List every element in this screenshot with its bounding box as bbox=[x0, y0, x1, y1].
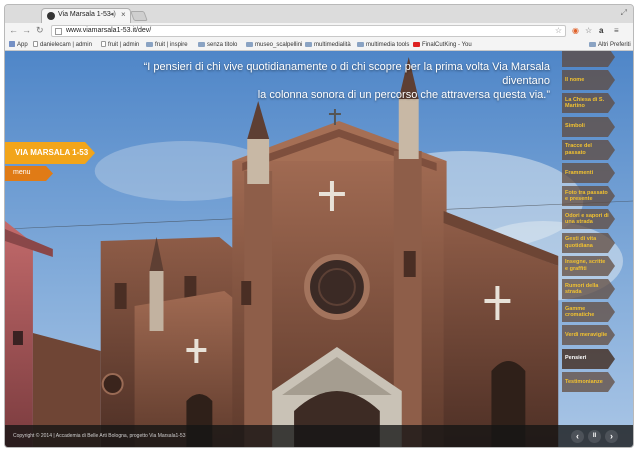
speaker-icon: ◂) bbox=[110, 11, 116, 18]
page-content: “I pensieri di chi vive quotidianamente … bbox=[5, 51, 633, 447]
sidenav-item-label: Rumori della strada bbox=[565, 282, 599, 296]
page-icon bbox=[55, 28, 62, 35]
sidenav-item[interactable]: Odori e sapori di una strada bbox=[562, 209, 615, 230]
folder-icon bbox=[198, 42, 205, 47]
star-outline-icon[interactable]: ☆ bbox=[585, 25, 592, 36]
sidenav-item-label: Frammenti bbox=[565, 169, 594, 176]
sidenav-item-label: Insegne, scritte e graffiti bbox=[565, 259, 606, 272]
folder-icon bbox=[589, 42, 596, 47]
fullscreen-icon[interactable]: ⤢ bbox=[621, 8, 627, 18]
sidenav-item-label bbox=[565, 51, 609, 67]
new-tab-button[interactable] bbox=[130, 11, 148, 21]
sidenav-item[interactable]: Gamme cromatiche bbox=[562, 302, 615, 323]
sidenav-item[interactable]: La Chiesa di S. Martino bbox=[562, 93, 615, 114]
menu-label: menu bbox=[13, 169, 31, 176]
quote-line: “I pensieri di chi vive quotidianamente … bbox=[143, 61, 550, 87]
youtube-icon bbox=[413, 42, 420, 47]
next-slide-button[interactable]: › bbox=[605, 430, 618, 443]
close-tab-icon[interactable]: × bbox=[121, 10, 126, 19]
previous-slide-button[interactable]: ‹ bbox=[571, 430, 584, 443]
back-arrow-icon[interactable]: ← bbox=[9, 25, 18, 36]
sidenav-item-label: La Chiesa di S. Martino bbox=[565, 96, 605, 110]
amazon-icon[interactable]: a bbox=[599, 25, 603, 36]
folder-icon bbox=[146, 42, 153, 47]
bookmark-item[interactable]: senza titolo bbox=[198, 40, 237, 50]
copyright-text: Copyright © 2014 | Accademia di Belle Ar… bbox=[13, 433, 186, 439]
sidenav-item[interactable]: Simboli bbox=[562, 116, 615, 137]
sidenav-item-label: Verdi meraviglie bbox=[565, 332, 608, 339]
bookmark-star-icon[interactable]: ☆ bbox=[555, 26, 562, 35]
folder-icon bbox=[305, 42, 312, 47]
sidenav-item-label: Foto tra passato e presente bbox=[565, 189, 608, 203]
sidenav-item-label: Tracce del passato bbox=[565, 143, 592, 156]
church-photo bbox=[5, 51, 633, 447]
bookmark-item[interactable]: danielecam | admin bbox=[33, 40, 92, 50]
bookmark-item[interactable]: fruit | inspire bbox=[146, 40, 188, 50]
sidenav-item-label: Il nome bbox=[565, 76, 585, 83]
quote-line: la colonna sonora di un percorso che att… bbox=[257, 89, 550, 101]
sidenav-item-label: Pensieri bbox=[565, 355, 587, 362]
tab-title: Via Marsala 1-53 bbox=[58, 11, 111, 18]
sidenav-item-label: Simboli bbox=[565, 123, 585, 130]
section-navigation: Il nome La Chiesa di S. Martino Simboli Tra… bbox=[560, 51, 633, 447]
menu-hamburger-icon[interactable]: ≡ bbox=[614, 25, 619, 36]
sidenav-item-label: Gesti di vita quotidiana bbox=[565, 236, 597, 249]
sidenav-item[interactable]: Pensieri bbox=[562, 348, 615, 369]
browser-toolbar: ← → ↻ www.viamarsala1-53.it/dev/ ☆ ◉ ☆ a… bbox=[5, 23, 633, 39]
pause-button[interactable]: II bbox=[588, 430, 601, 443]
sidenav-item[interactable]: Foto tra passato e presente bbox=[562, 186, 615, 207]
bookmark-item[interactable]: multimedialità bbox=[305, 40, 351, 50]
bookmark-item[interactable]: museo_scalpellini bbox=[246, 40, 302, 50]
bookmark-item[interactable]: fruit | admin bbox=[101, 40, 139, 50]
tab-strip: Via Marsala 1-53 ◂) × ⤢ bbox=[5, 5, 633, 23]
site-favicon-icon bbox=[47, 12, 55, 20]
menu-button[interactable]: menu bbox=[5, 166, 53, 181]
sidenav-item[interactable]: Il nome bbox=[562, 70, 615, 91]
footer-bar: Copyright © 2014 | Accademia di Belle Ar… bbox=[5, 425, 633, 447]
sidenav-item-label: Gamme cromatiche bbox=[565, 305, 595, 319]
sidenav-item-label: Testimonianze bbox=[565, 378, 603, 385]
sidenav-item-label: Odori e sapori di una strada bbox=[565, 212, 609, 226]
apps-grid-icon bbox=[9, 41, 15, 47]
bookmark-item[interactable]: App bbox=[9, 40, 28, 50]
bookmark-item[interactable]: multimedia tools bbox=[357, 40, 409, 50]
page-icon bbox=[101, 41, 106, 47]
folder-icon bbox=[357, 42, 364, 47]
site-title-badge[interactable]: VIA MARSALA 1-53 bbox=[5, 142, 95, 164]
forward-arrow-icon[interactable]: → bbox=[22, 25, 31, 36]
address-bar[interactable]: www.viamarsala1-53.it/dev/ ☆ bbox=[51, 25, 566, 37]
site-title: VIA MARSALA 1-53 bbox=[15, 148, 89, 157]
sidenav-item[interactable]: Testimonianze bbox=[562, 371, 615, 392]
sidenav-item[interactable] bbox=[562, 51, 615, 67]
page-icon bbox=[33, 41, 38, 47]
quote-text: “I pensieri di chi vive quotidianamente … bbox=[105, 60, 550, 102]
browser-tab[interactable]: Via Marsala 1-53 ◂) × bbox=[41, 8, 131, 23]
sidenav-item[interactable]: Tracce del passato bbox=[562, 139, 615, 160]
sidenav-item[interactable]: Rumori della strada bbox=[562, 279, 615, 299]
sidenav-item[interactable]: Verdi meraviglie bbox=[562, 325, 615, 346]
sidenav-item[interactable]: Insegne, scritte e graffiti bbox=[562, 255, 615, 276]
folder-icon bbox=[246, 42, 253, 47]
extension-icon[interactable]: ◉ bbox=[572, 25, 579, 36]
reload-icon[interactable]: ↻ bbox=[36, 25, 44, 36]
bookmarks-bar: App danielecam | admin fruit | admin fru… bbox=[5, 39, 633, 51]
sidenav-item[interactable]: Frammenti bbox=[562, 163, 615, 183]
url-text: www.viamarsala1-53.it/dev/ bbox=[66, 27, 152, 34]
bookmark-item[interactable]: FinalCutKing - You bbox=[413, 40, 472, 50]
bookmark-item[interactable]: Altri Preferiti bbox=[589, 40, 631, 50]
browser-window: Via Marsala 1-53 ◂) × ⤢ ← → ↻ www.viamar… bbox=[4, 4, 634, 448]
sidenav-item[interactable]: Gesti di vita quotidiana bbox=[562, 232, 615, 253]
